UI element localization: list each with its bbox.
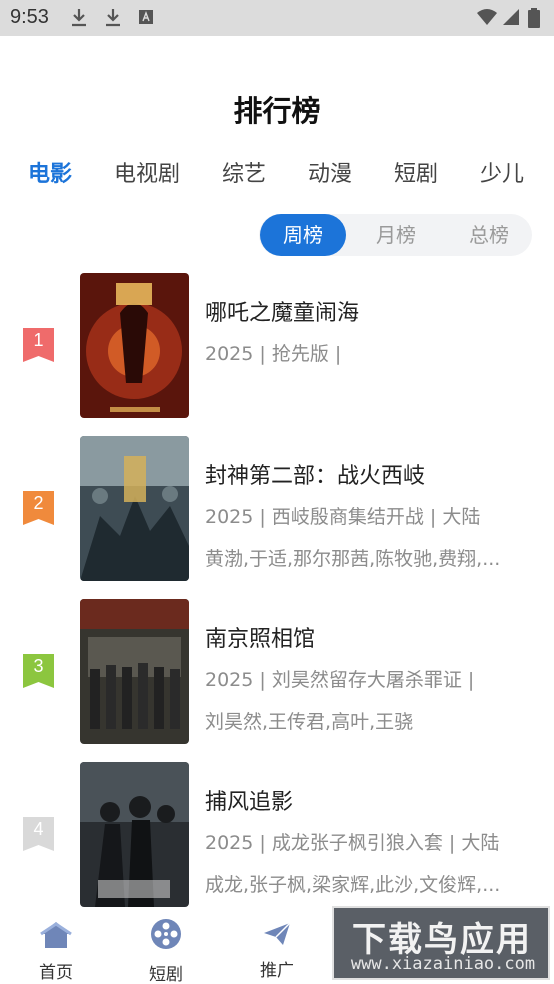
ranking-row[interactable]: 3 南京照相馆 2025 | 刘昊然留存大屠杀罪证 | 刘昊然,王传君,高叶,王… <box>0 599 554 745</box>
movie-title[interactable]: 封神第二部：战火西岐 <box>205 458 425 490</box>
nav-promote-label: 推广 <box>260 961 294 981</box>
movie-poster[interactable] <box>80 599 189 744</box>
nav-short-drama[interactable]: 短剧 <box>126 908 206 984</box>
movie-cast: 成龙,张子枫,梁家辉,此沙,文俊辉,... <box>205 874 501 896</box>
paper-plane-icon <box>264 922 291 945</box>
nav-promote[interactable]: 推广 <box>237 908 317 984</box>
battery-icon <box>528 8 540 28</box>
rank-number: 1 <box>33 330 44 350</box>
movie-title[interactable]: 哪吒之魔童闹海 <box>205 295 359 327</box>
rank-number: 2 <box>33 493 44 513</box>
movie-poster[interactable] <box>80 436 189 581</box>
page-title: 排行榜 <box>233 94 321 128</box>
signal-icon <box>503 9 519 25</box>
movie-title[interactable]: 捕风追影 <box>205 784 293 816</box>
film-reel-icon <box>151 919 181 949</box>
nav-short-drama-label: 短剧 <box>149 965 183 984</box>
movie-meta: 2025 | 西岐殷商集结开战 | 大陆 <box>205 506 481 528</box>
rank-number: 3 <box>33 656 44 676</box>
movie-cast: 刘昊然,王传君,高叶,王骁 <box>205 711 414 733</box>
movie-meta: 2025 | 抢先版 | <box>205 343 342 365</box>
rank-badge: 4 <box>23 817 54 851</box>
tab-kids[interactable]: 少儿 <box>480 156 524 188</box>
period-selector: 周榜 月榜 总榜 <box>259 214 532 256</box>
rank-number: 4 <box>33 819 44 839</box>
status-time: 9:53 <box>10 6 49 28</box>
ranking-row[interactable]: 4 捕风追影 2025 | 成龙张子枫引狼入套 | 大陆 成龙,张子枫,梁家辉,… <box>0 762 554 908</box>
status-bar: 9:53 <box>0 0 554 36</box>
ranking-row[interactable]: 2 封神第二部：战火西岐 2025 | 西岐殷商集结开战 | 大陆 黄渤,于适,… <box>0 436 554 582</box>
period-monthly[interactable]: 月榜 <box>353 214 439 256</box>
nav-home-label: 首页 <box>39 963 73 983</box>
home-icon <box>40 922 72 948</box>
rank-badge: 1 <box>23 328 54 362</box>
tab-short-drama[interactable]: 短剧 <box>394 156 438 188</box>
tab-variety[interactable]: 综艺 <box>222 156 266 188</box>
period-all-time[interactable]: 总榜 <box>446 214 532 256</box>
download-icon <box>106 9 120 27</box>
wifi-icon <box>477 9 497 25</box>
tab-anime[interactable]: 动漫 <box>308 156 352 188</box>
download-icon <box>72 9 86 27</box>
movie-cast: 黄渤,于适,那尔那茜,陈牧驰,费翔,... <box>205 548 501 570</box>
movie-title[interactable]: 南京照相馆 <box>205 621 315 653</box>
font-app-icon <box>139 10 153 24</box>
watermark-url: www.xiazainiao.com <box>350 954 536 974</box>
movie-poster[interactable] <box>80 762 189 907</box>
ranking-row[interactable]: 1 哪吒之魔童闹海 2025 | 抢先版 | <box>0 273 554 419</box>
tab-tv-series[interactable]: 电视剧 <box>114 156 180 188</box>
movie-meta: 2025 | 成龙张子枫引狼入套 | 大陆 <box>205 832 500 854</box>
rank-badge: 2 <box>23 491 54 525</box>
rank-badge: 3 <box>23 654 54 688</box>
movie-poster[interactable] <box>80 273 189 418</box>
movie-meta: 2025 | 刘昊然留存大屠杀罪证 | <box>205 669 475 691</box>
nav-home[interactable]: 首页 <box>16 908 96 984</box>
watermark-logo: 下载鸟应用 www.xiazainiao.com <box>332 906 550 980</box>
tab-movie[interactable]: 电影 <box>28 156 72 188</box>
period-weekly[interactable]: 周榜 <box>260 214 346 256</box>
